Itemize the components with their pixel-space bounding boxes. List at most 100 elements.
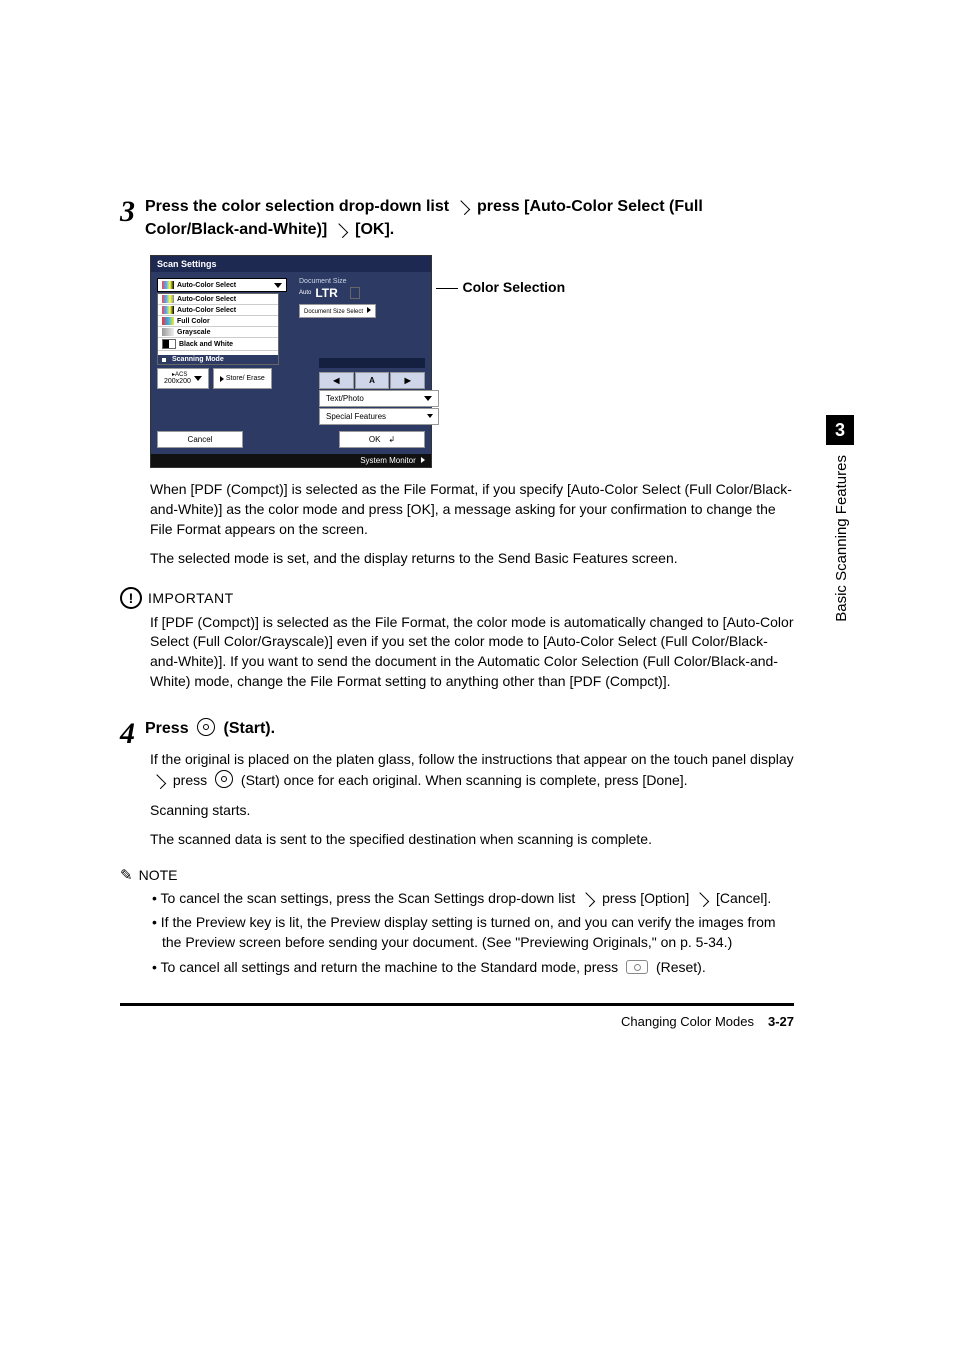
document-size-label: Document Size <box>299 278 425 285</box>
store-erase-button[interactable]: Store/ Erase <box>213 368 272 389</box>
start-icon <box>197 718 215 736</box>
density-right[interactable]: ▶ <box>390 372 425 389</box>
important-callout: ! IMPORTANT <box>120 587 794 609</box>
system-monitor-label: System Monitor <box>360 456 416 465</box>
density-auto[interactable]: A <box>355 372 390 389</box>
step4-p1-b: press <box>173 772 207 788</box>
page-footer: Changing Color Modes 3-27 <box>120 1014 794 1029</box>
step3-heading: Press the color selection drop-down list… <box>120 195 794 241</box>
note-list: To cancel the scan settings, press the S… <box>150 888 794 977</box>
note-item-2: If the Preview key is lit, the Preview d… <box>150 912 794 953</box>
step-4: 4 Press (Start). If the original is plac… <box>120 717 794 977</box>
store-erase-label: Store/ Erase <box>226 375 265 382</box>
arrow-right-icon <box>427 414 433 418</box>
step4-para2: Scanning starts. <box>150 801 794 821</box>
note-item-3: To cancel all settings and return the ma… <box>150 957 794 977</box>
special-features-label: Special Features <box>326 412 386 421</box>
note-icon: ✎ <box>120 866 133 884</box>
note-callout: ✎ NOTE <box>120 866 794 884</box>
arrow-icon <box>333 223 348 238</box>
start-icon <box>215 770 233 788</box>
step4-para3: The scanned data is sent to the specifie… <box>150 830 794 850</box>
note3-b: (Reset). <box>656 959 706 975</box>
reset-icon <box>626 960 648 974</box>
note3-a: To cancel all settings and return the ma… <box>161 959 619 975</box>
arrow-right-icon <box>421 457 425 463</box>
scan-settings-title: Scan Settings <box>151 256 431 272</box>
auto-chip: Auto <box>299 290 311 296</box>
density-left[interactable]: ◀ <box>319 372 354 389</box>
option-black-white[interactable]: Black and White <box>158 338 278 351</box>
step3-para2: The selected mode is set, and the displa… <box>150 549 794 569</box>
step4-para1: If the original is placed on the platen … <box>150 750 794 790</box>
option-full-color[interactable]: Full Color <box>158 316 278 327</box>
color-swatch-icon <box>162 306 174 314</box>
color-selection-callout: Color Selection <box>436 279 565 297</box>
arrow-icon <box>455 200 470 215</box>
color-swatch-icon <box>162 339 176 349</box>
arrow-icon <box>695 892 710 907</box>
important-body: If [PDF (Compct)] is selected as the Fil… <box>150 613 794 691</box>
step3-head-a: Press the color selection drop-down list <box>145 198 449 215</box>
acs-resolution-button[interactable]: ▸ACS 200x200 <box>157 368 209 389</box>
chevron-down-icon <box>194 376 202 381</box>
step-number: 4 <box>120 717 135 751</box>
bullet-icon <box>162 358 166 362</box>
cancel-button[interactable]: Cancel <box>157 431 243 448</box>
step4-head-pre: Press <box>145 720 189 737</box>
footer-page: 3-27 <box>768 1014 794 1029</box>
chapter-title: Basic Scanning Features <box>833 455 850 622</box>
dropdown-selected-label: Auto-Color Select <box>177 282 236 289</box>
option-label: Black and White <box>179 341 233 348</box>
step4-heading: Press (Start). <box>120 717 794 740</box>
scanning-mode-text: Scanning Mode <box>172 356 224 363</box>
step4-head-post: (Start). <box>224 720 276 737</box>
step4-p1-a: If the original is placed on the platen … <box>150 751 794 767</box>
chapter-side-tab: 3 Basic Scanning Features <box>826 415 854 655</box>
text-photo-select[interactable]: Text/Photo <box>319 390 425 407</box>
document-size-select[interactable]: Document Size Select <box>299 304 376 318</box>
step4-p1-c: (Start) once for each original. When sca… <box>241 772 688 788</box>
option-auto-color-2[interactable]: Auto-Color Select <box>158 305 278 316</box>
note-item-1: To cancel the scan settings, press the S… <box>150 888 794 908</box>
ok-button[interactable]: OK ↲ <box>339 431 425 448</box>
footer-rule <box>120 1003 794 1006</box>
acs-res: 200x200 <box>164 378 191 385</box>
note1-a: To cancel the scan settings, press the S… <box>161 890 576 906</box>
step3-para1: When [PDF (Compct)] is selected as the F… <box>150 480 794 539</box>
density-strip <box>319 358 425 368</box>
special-features-button[interactable]: Special Features <box>319 408 425 425</box>
text-photo-label: Text/Photo <box>326 394 364 403</box>
chevron-down-icon <box>424 396 432 401</box>
arrow-icon <box>151 774 166 789</box>
page-icon <box>350 287 360 299</box>
option-label: Auto-Color Select <box>177 307 236 314</box>
scan-settings-screenshot: Scan Settings Auto-Color Select Auto-Col… <box>150 255 432 468</box>
callout-label: Color Selection <box>462 279 565 295</box>
option-label: Full Color <box>177 318 210 325</box>
note-label: NOTE <box>139 867 178 883</box>
chevron-down-icon <box>274 283 282 288</box>
option-label: Grayscale <box>177 329 210 336</box>
color-select-dropdown[interactable]: Auto-Color Select <box>157 278 287 292</box>
note1-c: [Cancel]. <box>716 890 771 906</box>
step3-head-c: [OK]. <box>355 221 394 238</box>
option-auto-color-1[interactable]: Auto-Color Select <box>158 294 278 305</box>
color-select-options: Auto-Color Select Auto-Color Select Full… <box>157 293 279 365</box>
step-3: 3 Press the color selection drop-down li… <box>120 195 794 691</box>
note1-b: press [Option] <box>602 890 689 906</box>
density-nav: ◀ A ▶ <box>319 372 425 389</box>
arrow-icon <box>581 892 596 907</box>
color-swatch-icon <box>162 281 174 289</box>
important-icon: ! <box>120 587 142 609</box>
arrow-right-icon <box>220 376 224 382</box>
paper-size: LTR <box>315 286 337 300</box>
important-label: IMPORTANT <box>148 590 234 606</box>
arrow-right-icon <box>367 307 371 313</box>
scanning-mode-label: Scanning Mode <box>158 355 278 364</box>
color-swatch-icon <box>162 317 174 325</box>
footer-section: Changing Color Modes <box>621 1014 754 1029</box>
option-grayscale[interactable]: Grayscale <box>158 327 278 338</box>
system-monitor-button[interactable]: System Monitor <box>151 454 431 467</box>
doc-size-select-label: Document Size Select <box>304 309 363 315</box>
